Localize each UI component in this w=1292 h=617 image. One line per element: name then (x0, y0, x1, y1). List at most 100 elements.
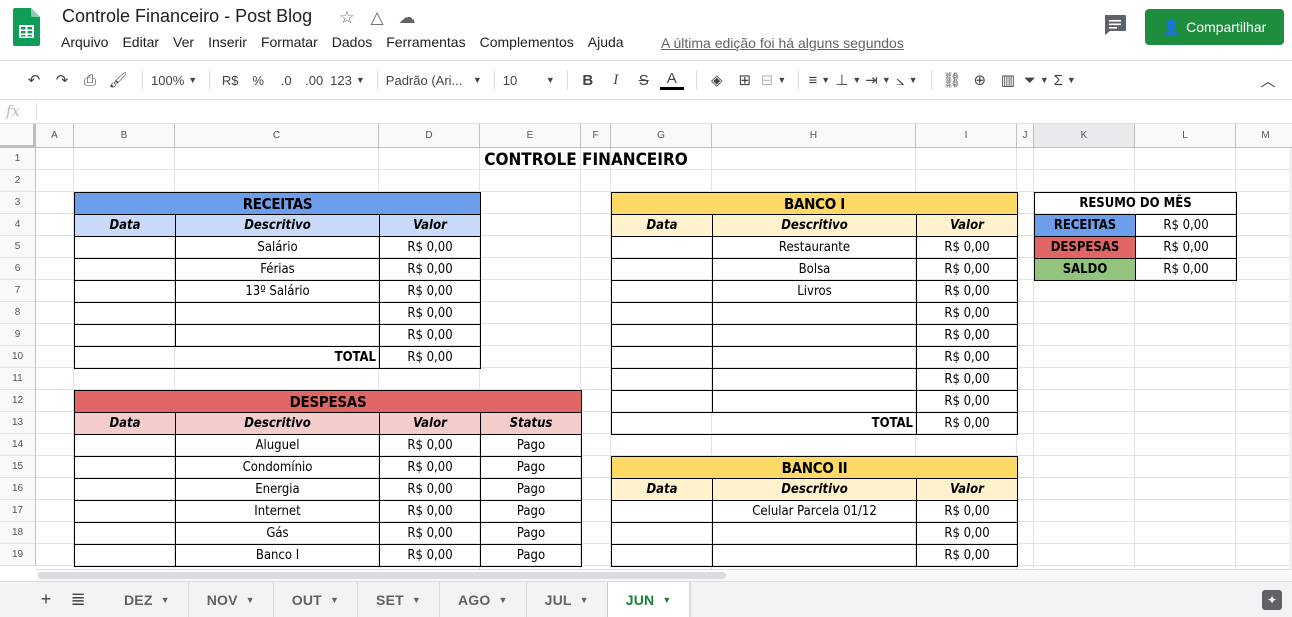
vertical-align-icon[interactable]: ⊥ ▼ (835, 68, 861, 92)
resumo-label-cell[interactable]: RECEITAS (1034, 214, 1136, 237)
banco1-total-value[interactable]: R$ 0,00 (916, 412, 1018, 435)
banco1-desc-cell[interactable] (712, 368, 917, 391)
banco2-col-header[interactable]: Valor (916, 478, 1018, 501)
receitas-valor-cell[interactable]: R$ 0,00 (379, 324, 481, 347)
menu-ferramentas[interactable]: Ferramentas (386, 34, 465, 50)
row-header-9[interactable]: 9 (0, 324, 36, 346)
banco1-valor-cell[interactable]: R$ 0,00 (916, 236, 1018, 259)
despesas-status-cell[interactable]: Pago (480, 478, 582, 501)
fill-color-icon[interactable]: ◈ (705, 68, 729, 92)
banco2-data-cell[interactable] (611, 522, 713, 545)
column-header-f[interactable]: F (581, 124, 611, 148)
column-header-e[interactable]: E (480, 124, 581, 148)
resumo-value-cell[interactable]: R$ 0,00 (1135, 258, 1237, 281)
tab-out[interactable]: OUT ▼ (274, 582, 359, 617)
despesas-desc-cell[interactable]: Internet (175, 500, 380, 523)
despesas-valor-cell[interactable]: R$ 0,00 (379, 456, 481, 479)
despesas-col-header[interactable]: Status (480, 412, 582, 435)
despesas-status-cell[interactable]: Pago (480, 522, 582, 545)
banco1-valor-cell[interactable]: R$ 0,00 (916, 346, 1018, 369)
text-rotation-icon[interactable]: ⦣ ▼ (895, 68, 919, 92)
column-header-g[interactable]: G (611, 124, 712, 148)
row-header-16[interactable]: 16 (0, 478, 36, 500)
despesas-data-cell[interactable] (74, 434, 176, 457)
banco1-col-header[interactable]: Valor (916, 214, 1018, 237)
receitas-data-cell[interactable] (74, 280, 176, 303)
zoom-select[interactable]: 100% ▼ (151, 68, 197, 92)
row-header-7[interactable]: 7 (0, 280, 36, 302)
despesas-desc-cell[interactable]: Banco I (175, 544, 380, 567)
text-wrapping-icon[interactable]: ⇥ ▼ (865, 68, 891, 92)
functions-icon[interactable]: Σ ▼ (1053, 68, 1077, 92)
despesas-valor-cell[interactable]: R$ 0,00 (379, 434, 481, 457)
tab-dez[interactable]: DEZ ▼ (106, 582, 189, 617)
decrease-decimal-button[interactable]: .0 (274, 68, 298, 92)
banco1-valor-cell[interactable]: R$ 0,00 (916, 390, 1018, 413)
banco1-desc-cell[interactable]: Restaurante (712, 236, 917, 259)
menu-inserir[interactable]: Inserir (208, 34, 247, 50)
despesas-col-header[interactable]: Valor (379, 412, 481, 435)
column-header-d[interactable]: D (379, 124, 480, 148)
row-header-8[interactable]: 8 (0, 302, 36, 324)
insert-chart-icon[interactable]: ▥ (996, 68, 1020, 92)
banco1-desc-cell[interactable] (712, 346, 917, 369)
spreadsheet-grid[interactable]: A B C D E F G H I J K L M 1 2 3 4 5 6 7 8 9 10 11 12 13 14 15 16 17 18… (0, 124, 1292, 569)
tab-ago[interactable]: AGO ▼ (440, 582, 527, 617)
despesas-data-cell[interactable] (74, 478, 176, 501)
banco1-data-cell[interactable] (611, 324, 713, 347)
banco1-desc-cell[interactable]: Bolsa (712, 258, 917, 281)
banco2-header[interactable]: BANCO II (611, 456, 1018, 479)
menu-formatar[interactable]: Formatar (261, 34, 318, 50)
move-to-drive-icon[interactable]: △ (367, 8, 387, 28)
banco1-valor-cell[interactable]: R$ 0,00 (916, 258, 1018, 281)
receitas-desc-cell[interactable]: Salário (175, 236, 380, 259)
share-button[interactable]: 👤 Compartilhar (1145, 9, 1284, 45)
banco2-valor-cell[interactable]: R$ 0,00 (916, 544, 1018, 567)
banco1-data-cell[interactable] (611, 258, 713, 281)
more-formats-button[interactable]: 123 ▼ (330, 68, 365, 92)
text-color-icon[interactable]: A (659, 70, 684, 90)
column-header-i[interactable]: I (916, 124, 1017, 148)
explore-icon[interactable]: ✦ (1262, 590, 1282, 610)
banco2-col-header[interactable]: Data (611, 478, 713, 501)
despesas-desc-cell[interactable]: Energia (175, 478, 380, 501)
banco2-desc-cell[interactable] (712, 522, 917, 545)
column-header-a[interactable]: A (36, 124, 74, 148)
despesas-header[interactable]: DESPESAS (74, 390, 582, 413)
resumo-value-cell[interactable]: R$ 0,00 (1135, 214, 1237, 237)
banco1-col-header[interactable]: Descritivo (712, 214, 917, 237)
menu-ver[interactable]: Ver (173, 34, 194, 50)
resumo-label-cell[interactable]: SALDO (1034, 258, 1136, 281)
banco1-col-header[interactable]: Data (611, 214, 713, 237)
row-header-4[interactable]: 4 (0, 214, 36, 236)
despesas-data-cell[interactable] (74, 500, 176, 523)
banco1-desc-cell[interactable] (712, 390, 917, 413)
horizontal-scrollbar[interactable] (36, 569, 1292, 581)
column-header-l[interactable]: L (1135, 124, 1236, 148)
comment-history-icon[interactable] (1103, 14, 1127, 36)
despesas-desc-cell[interactable]: Gás (175, 522, 380, 545)
despesas-status-cell[interactable]: Pago (480, 544, 582, 567)
receitas-data-cell[interactable] (74, 302, 176, 325)
document-title[interactable]: Controle Financeiro - Post Blog (62, 6, 312, 27)
row-header-17[interactable]: 17 (0, 500, 36, 522)
banco1-data-cell[interactable] (611, 302, 713, 325)
banco1-desc-cell[interactable] (712, 324, 917, 347)
bold-icon[interactable]: B (576, 68, 600, 92)
row-header-11[interactable]: 11 (0, 368, 36, 390)
menu-ajuda[interactable]: Ajuda (588, 34, 624, 50)
resumo-label-cell[interactable]: DESPESAS (1034, 236, 1136, 259)
row-header-12[interactable]: 12 (0, 390, 36, 412)
receitas-data-cell[interactable] (74, 236, 176, 259)
currency-format-button[interactable]: R$ (218, 68, 242, 92)
row-header-2[interactable]: 2 (0, 170, 36, 192)
banco1-data-cell[interactable] (611, 390, 713, 413)
receitas-valor-cell[interactable]: R$ 0,00 (379, 258, 481, 281)
banco2-desc-cell[interactable] (712, 544, 917, 567)
despesas-desc-cell[interactable]: Aluguel (175, 434, 380, 457)
borders-icon[interactable]: ⊞ (733, 68, 757, 92)
banco1-valor-cell[interactable]: R$ 0,00 (916, 280, 1018, 303)
receitas-desc-cell[interactable]: 13º Salário (175, 280, 380, 303)
font-size-select[interactable]: 10 ▼ (503, 68, 555, 92)
despesas-valor-cell[interactable]: R$ 0,00 (379, 500, 481, 523)
